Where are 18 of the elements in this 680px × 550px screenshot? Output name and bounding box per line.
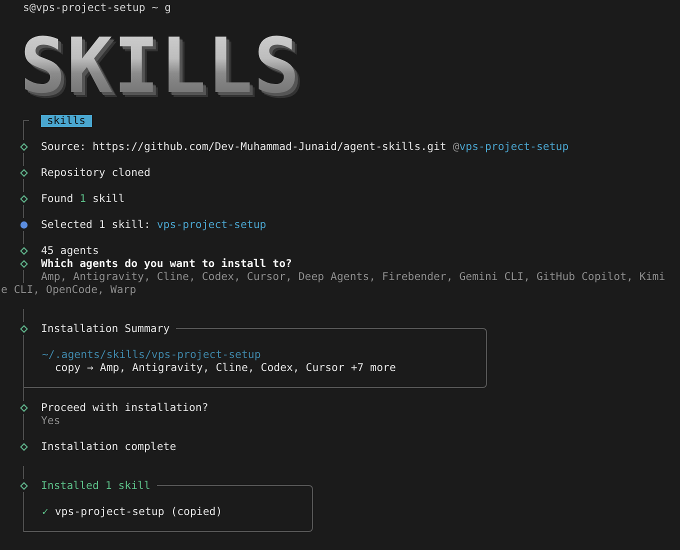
step-text: Yes bbox=[41, 414, 60, 427]
box-line: ~/.agents/skills/vps-project-setup bbox=[42, 348, 261, 361]
step-text: Repository cloned bbox=[41, 166, 150, 179]
step-text: Installation complete bbox=[41, 440, 176, 453]
box-title: Installation Summary bbox=[41, 322, 170, 335]
step-text: Source: https://github.com/Dev-Muhammad-Junaid/agent-skills.git @vps-project-setup bbox=[41, 140, 569, 153]
step-text: Amp, Antigravity, Cline, Codex, Cursor, Deep Agents, Firebender, Gemini CLI, GitHub Copilot, Kimi bbox=[41, 270, 666, 283]
step-text: Which agents do you want to install to? bbox=[41, 257, 292, 270]
box-title: Installed 1 skill bbox=[41, 479, 150, 492]
step-text: e CLI, OpenCode, Warp bbox=[1, 283, 136, 296]
step-text: 45 agents bbox=[41, 244, 99, 257]
step-text: Found 1 skill bbox=[41, 192, 125, 205]
box-line: ✓ vps-project-setup (copied) bbox=[42, 505, 222, 518]
step-text: Selected 1 skill: vps-project-setup bbox=[41, 218, 266, 231]
badge: skills bbox=[41, 114, 92, 126]
step-text: Proceed with installation? bbox=[41, 401, 208, 414]
box-line: copy → Amp, Antigravity, Cline, Codex, Cursor +7 more bbox=[54, 361, 396, 374]
shell-prompt: s@vps-project-setup ~ g bbox=[22, 0, 171, 14]
